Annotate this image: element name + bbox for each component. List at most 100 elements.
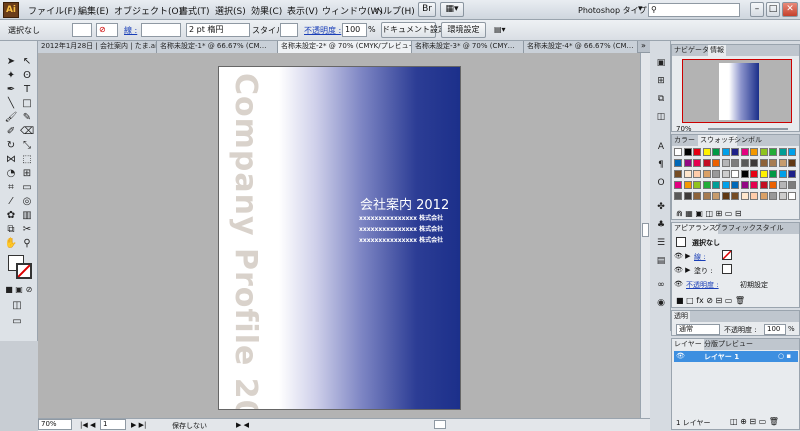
swatch[interactable] [769, 148, 777, 156]
swatch[interactable] [731, 148, 739, 156]
artboard-number-field[interactable]: 1 [100, 419, 126, 430]
symbols-icon[interactable]: ♣ [655, 219, 667, 231]
minimize-button[interactable]: – [750, 2, 764, 17]
opentype-icon[interactable]: O [655, 177, 667, 189]
artboard[interactable]: Company Profile 2012 会社案内 2012 xxxxxxxxx… [218, 66, 461, 410]
transparency-opacity-input[interactable]: 100 [764, 324, 786, 335]
stroke-swatch[interactable]: ⊘ [96, 23, 118, 37]
vertical-scroll-thumb[interactable] [642, 223, 649, 237]
swatch[interactable] [731, 170, 739, 178]
swatch[interactable] [769, 181, 777, 189]
swatch[interactable] [702, 181, 711, 189]
swatch[interactable] [674, 181, 682, 189]
layer-visibility-icon[interactable]: 👁 [676, 352, 685, 360]
swatch[interactable] [759, 159, 768, 167]
swatch[interactable] [788, 170, 796, 178]
menu-effect[interactable]: 効果(C) [251, 4, 282, 17]
swatch[interactable] [712, 192, 720, 200]
swatch[interactable] [702, 148, 711, 156]
swatch[interactable] [740, 192, 749, 200]
vertical-scrollbar[interactable] [640, 53, 650, 418]
rectangle-tool-icon[interactable]: □ [20, 97, 34, 111]
artboard-tool-icon[interactable]: ⧉ [4, 223, 18, 237]
stroke-panel-icon[interactable]: ☰ [655, 237, 667, 249]
swatch-library-icon[interactable]: ⋒ ▦ ▣ ◫ ⊞ ▭ ⊟ [676, 209, 742, 218]
layer-row[interactable]: 👁 レイヤー 1 ○ ▪ [674, 351, 798, 362]
menu-file[interactable]: ファイル(F) [28, 4, 76, 17]
swatch-grid[interactable] [674, 148, 798, 206]
swatch[interactable] [693, 192, 701, 200]
appearance-fill-swatch[interactable] [722, 264, 732, 274]
type-tool-icon[interactable]: T [20, 83, 34, 97]
drawing-mode-icon[interactable]: ◫ [10, 299, 24, 313]
pen-tool-icon[interactable]: ✒ [4, 83, 18, 97]
swatch[interactable] [702, 159, 711, 167]
swatch[interactable] [683, 148, 692, 156]
swatch[interactable] [721, 170, 730, 178]
swatch[interactable] [721, 159, 730, 167]
swatch[interactable] [731, 159, 739, 167]
links-icon[interactable]: ∞ [655, 279, 667, 291]
brushes-icon[interactable]: ✤ [655, 201, 667, 213]
appearance-stroke[interactable]: 線 : [694, 252, 706, 262]
arrange-button[interactable]: ▦▾ [440, 2, 464, 17]
swatch[interactable] [674, 159, 682, 167]
swatch[interactable] [759, 148, 768, 156]
appearance-stroke-swatch[interactable] [722, 250, 732, 260]
swatch[interactable] [683, 159, 692, 167]
swatch[interactable] [788, 192, 796, 200]
swatch[interactable] [740, 181, 749, 189]
save-state-label[interactable]: 保存しない [172, 421, 207, 431]
mesh-tool-icon[interactable]: ⌗ [4, 181, 18, 195]
layer-name[interactable]: レイヤー 1 [704, 352, 739, 362]
selection-tool-icon[interactable]: ➤ [4, 55, 18, 69]
menu-object[interactable]: オブジェクト(O) [114, 4, 182, 17]
gradient-tool-icon[interactable]: ▭ [20, 181, 34, 195]
hand-tool-icon[interactable]: ✋ [4, 237, 18, 251]
screen-mode-icon[interactable]: ▭ [10, 315, 24, 329]
eyedropper-icon[interactable]: ⁄ [4, 195, 18, 209]
layer-target-icon[interactable]: ○ ▪ [778, 352, 791, 360]
opacity-visibility-icon[interactable]: 👁 [674, 280, 683, 288]
tab-layers[interactable]: レイヤー [672, 339, 704, 350]
swatch[interactable] [683, 170, 692, 178]
fill-visibility-icon[interactable]: 👁 ▶ [674, 266, 691, 274]
swatch[interactable] [674, 192, 682, 200]
workspace-switcher[interactable]: Photoshop タイプ [578, 5, 647, 16]
first-page-icon[interactable]: |◀ ◀ [80, 421, 95, 429]
swatch[interactable] [769, 192, 777, 200]
rotate-icon[interactable]: ↻ [4, 139, 18, 153]
swatch[interactable] [759, 170, 768, 178]
gradient-panel-icon[interactable]: ▤ [655, 255, 667, 267]
swatch[interactable] [788, 181, 796, 189]
menu-view[interactable]: 表示(V) [287, 4, 318, 17]
swatch[interactable] [683, 181, 692, 189]
shape-builder-icon[interactable]: ◔ [4, 167, 18, 181]
tab-transparency[interactable]: 透明 [672, 311, 690, 322]
tab-document-3[interactable]: 名称未設定-2* @ 70% (CMYK/プレビュー) [278, 41, 412, 53]
paintbrush-icon[interactable]: 🖌 [4, 111, 18, 125]
tab-info[interactable]: 情報 [708, 45, 726, 56]
arrange-icon[interactable]: ▤▾ [494, 25, 506, 34]
swatch[interactable] [693, 181, 701, 189]
appearance-fill[interactable]: 塗り : [694, 266, 713, 276]
tab-overflow-icon[interactable]: » [641, 41, 646, 50]
pathfinder-icon[interactable]: ◫ [655, 111, 667, 123]
pencil-icon[interactable]: ✎ [20, 111, 34, 125]
swatch[interactable] [712, 148, 720, 156]
perspective-grid-icon[interactable]: ⊞ [20, 167, 34, 181]
swatch[interactable] [750, 159, 758, 167]
swatch[interactable] [740, 148, 749, 156]
fill-swatch[interactable] [72, 23, 92, 37]
swatch[interactable] [712, 159, 720, 167]
next-page-icon[interactable]: ▶ ▶| [131, 421, 146, 429]
tab-document-1[interactable]: 2012年1月28日 | 会社案内 | たま.ai [38, 41, 157, 53]
swatch[interactable] [702, 170, 711, 178]
tab-document-4[interactable]: 名称未設定-3* @ 70% (CMY… [412, 41, 524, 53]
tab-appearance[interactable]: アピアランス [672, 223, 718, 234]
line-tool-icon[interactable]: ╲ [4, 97, 18, 111]
swatch[interactable] [769, 170, 777, 178]
swatch[interactable] [712, 170, 720, 178]
paragraph-icon[interactable]: ¶ [655, 159, 667, 171]
status-menu-icon[interactable]: ▶ ◀ [236, 421, 249, 429]
